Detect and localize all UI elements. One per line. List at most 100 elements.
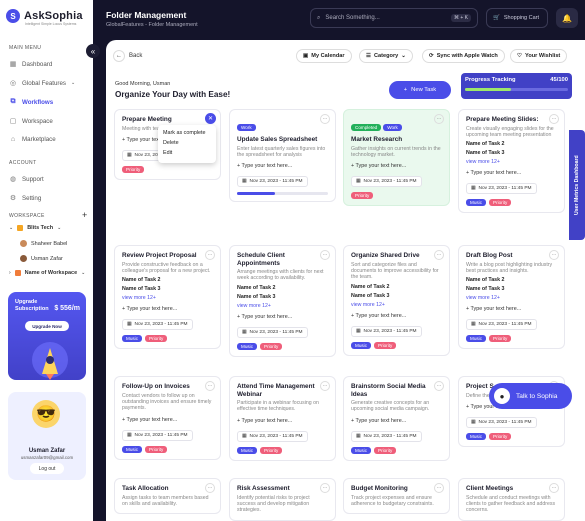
due-date[interactable]: ▦Nov 23, 2023 - 11:45 PM <box>351 430 422 442</box>
sidebar-item-workspace[interactable]: ▢ Workspace <box>9 117 53 126</box>
notifications-button[interactable]: 🔔 <box>556 8 578 28</box>
close-icon[interactable]: ✕ <box>205 113 216 124</box>
tag-priority[interactable]: Priority <box>489 199 512 207</box>
tag-music[interactable]: Music <box>466 199 486 207</box>
type-text-input[interactable]: + Type your text here... <box>466 306 557 312</box>
tag-music[interactable]: Music <box>351 341 371 349</box>
task-card[interactable]: Schedule Client Appointments ⋯ Arrange mee… <box>229 245 336 357</box>
more-options-icon[interactable]: ⋯ <box>320 483 330 493</box>
sidebar-item-support[interactable]: ◍ Support <box>9 175 44 184</box>
due-date[interactable]: ▦Nov 23, 2023 - 11:45 PM <box>351 176 422 188</box>
tag-music[interactable]: Music <box>122 335 142 343</box>
tag-priority[interactable]: Priority <box>145 335 168 343</box>
workspace-blits-tech[interactable]: ⌄ Blits Tech ⌄ <box>9 225 61 231</box>
tag-music[interactable]: Music <box>237 342 257 350</box>
type-text-input[interactable]: + Type your text here... <box>351 313 442 319</box>
more-options-icon[interactable]: ⋯ <box>320 381 330 391</box>
task-card[interactable]: Budget Monitoring ⋯ Track project expenses… <box>343 478 450 515</box>
type-text-input[interactable]: + Type your text here... <box>351 418 442 424</box>
tag-priority[interactable]: Priority <box>122 165 145 173</box>
app-logo[interactable]: S AskSophia <box>6 9 83 23</box>
task-card[interactable]: Risk Assessment ⋯ Identify potential risks… <box>229 478 336 521</box>
talk-to-sophia-button[interactable]: ● Talk to Sophia <box>489 383 572 409</box>
upgrade-now-button[interactable]: Upgrade Now <box>25 321 69 331</box>
add-workspace-icon[interactable]: + <box>82 210 87 220</box>
task-card[interactable]: Organize Shared Drive ⋯ Sort and categoriz… <box>343 245 450 356</box>
due-date[interactable]: ▦Nov 23, 2023 - 11:45 PM <box>466 416 537 428</box>
type-text-input[interactable]: + Type your text here... <box>351 163 442 169</box>
type-text-input[interactable]: + Type your text here... <box>237 314 328 320</box>
user-metrics-dashboard-tab[interactable]: User Metrics Dashboard <box>569 130 585 240</box>
more-options-icon[interactable]: ⋯ <box>434 381 444 391</box>
task-card[interactable]: Completed Work Market Research ⋯ Gather insi… <box>343 109 450 207</box>
tag-priority[interactable]: Priority <box>489 432 512 440</box>
workspace-member-shaheer[interactable]: Shaheer Babel <box>20 240 67 247</box>
more-options-icon[interactable]: ⋯ <box>205 483 215 493</box>
type-text-input[interactable]: + Type your text here... <box>237 163 328 169</box>
tag-priority[interactable]: Priority <box>374 446 397 454</box>
workspace-member-usman[interactable]: Usman Zafar <box>20 255 63 262</box>
sync-apple-watch-button[interactable]: ⟳ Sync with Apple Watch <box>422 49 505 63</box>
tag-priority[interactable]: Priority <box>145 445 168 453</box>
sidebar-item-dashboard[interactable]: ▦ Dashboard <box>9 60 53 69</box>
due-date[interactable]: ▦Nov 23, 2023 - 11:45 PM <box>122 429 193 441</box>
category-dropdown[interactable]: ☰ Category ⌄ <box>359 49 413 63</box>
more-options-icon[interactable]: ⋯ <box>549 250 559 260</box>
type-text-input[interactable]: + Type your text here... <box>122 417 213 423</box>
view-more-link[interactable]: view more 12+ <box>122 295 213 301</box>
tag-priority[interactable]: Priority <box>260 342 283 350</box>
back-button[interactable]: ← Back <box>113 49 142 63</box>
task-card[interactable]: Prepare Meeting Slides: ⋯ Create visually … <box>458 109 565 214</box>
tag-priority[interactable]: Priority <box>260 446 283 454</box>
more-options-icon[interactable]: ⋯ <box>434 250 444 260</box>
tag-music[interactable]: Music <box>466 432 486 440</box>
sidebar-item-workflows[interactable]: ⧉ Workflows <box>9 98 54 106</box>
type-text-input[interactable]: + Type your text here... <box>466 170 557 176</box>
task-card[interactable]: Follow-Up on Invoices ⋯ Contact vendors to… <box>114 376 221 460</box>
more-options-icon[interactable]: ⋯ <box>205 250 215 260</box>
view-more-link[interactable]: view more 12+ <box>466 295 557 301</box>
menu-item-edit[interactable]: Edit <box>163 148 211 158</box>
due-date[interactable]: ▦Nov 23, 2023 - 11:45 PM <box>351 325 422 337</box>
due-date[interactable]: ▦Nov 23, 2023 - 11:45 PM <box>466 183 537 195</box>
due-date[interactable]: ▦Nov 23, 2023 - 11:45 PM <box>237 176 308 188</box>
tag-priority[interactable]: Priority <box>374 341 397 349</box>
search-input[interactable]: ⌕ Search Something... ⌘ + K <box>310 8 478 28</box>
view-more-link[interactable]: view more 12+ <box>237 303 328 309</box>
more-options-icon[interactable]: ⋯ <box>320 250 330 260</box>
task-card[interactable]: Brainstorm Social Media Ideas ⋯ Generate c… <box>343 376 450 461</box>
menu-item-delete[interactable]: Delete <box>163 138 211 148</box>
task-card[interactable]: Review Project Proposal ⋯ Provide construc… <box>114 245 221 350</box>
wishlist-button[interactable]: ♡ Your Wishlist <box>510 49 568 63</box>
view-more-link[interactable]: view more 12+ <box>351 302 442 308</box>
task-card[interactable]: Client Meetings ⋯ Schedule and conduct mee… <box>458 478 565 521</box>
my-calendar-button[interactable]: ▣ My Calendar <box>296 49 352 63</box>
more-options-icon[interactable]: ⋯ <box>320 114 330 124</box>
more-options-icon[interactable]: ⋯ <box>549 483 559 493</box>
shopping-cart-button[interactable]: 🛒 Shopping Cart <box>486 8 548 28</box>
type-text-input[interactable]: + Type your text here... <box>237 418 328 424</box>
task-card[interactable]: Task Allocation ⋯ Assign tasks to team mem… <box>114 478 221 515</box>
more-options-icon[interactable]: ⋯ <box>205 381 215 391</box>
more-options-icon[interactable]: ⋯ <box>549 114 559 124</box>
tag-music[interactable]: Music <box>466 335 486 343</box>
collapse-sidebar-button[interactable]: « <box>86 44 100 58</box>
tag-music[interactable]: Music <box>351 446 371 454</box>
due-date[interactable]: ▦Nov 23, 2023 - 11:45 PM <box>122 319 193 331</box>
tag-priority[interactable]: Priority <box>489 335 512 343</box>
sidebar-item-marketplace[interactable]: ⌂ Marketplace <box>9 135 56 143</box>
tag-music[interactable]: Music <box>237 446 257 454</box>
due-date[interactable]: ▦Nov 23, 2023 - 11:45 PM <box>237 430 308 442</box>
task-card[interactable]: Attend Time Management Webinar ⋯ Participa… <box>229 376 336 461</box>
sidebar-item-global-features[interactable]: ◎ Global Features ⌄ <box>9 79 75 88</box>
task-card[interactable]: Draft Blog Post ⋯ Write a blog post highli… <box>458 245 565 350</box>
due-date[interactable]: ▦Nov 23, 2023 - 11:45 PM <box>237 326 308 338</box>
menu-item-mark-complete[interactable]: Mark as complete <box>163 128 211 138</box>
tag-music[interactable]: Music <box>122 445 142 453</box>
more-options-icon[interactable]: ⋯ <box>434 114 444 124</box>
tag-priority[interactable]: Priority <box>351 192 374 200</box>
sidebar-item-setting[interactable]: ⚙ Setting <box>9 194 41 203</box>
due-date[interactable]: ▦Nov 23, 2023 - 11:45 PM <box>466 319 537 331</box>
view-more-link[interactable]: view more 12+ <box>466 159 557 165</box>
logout-button[interactable]: Log out <box>30 463 64 474</box>
